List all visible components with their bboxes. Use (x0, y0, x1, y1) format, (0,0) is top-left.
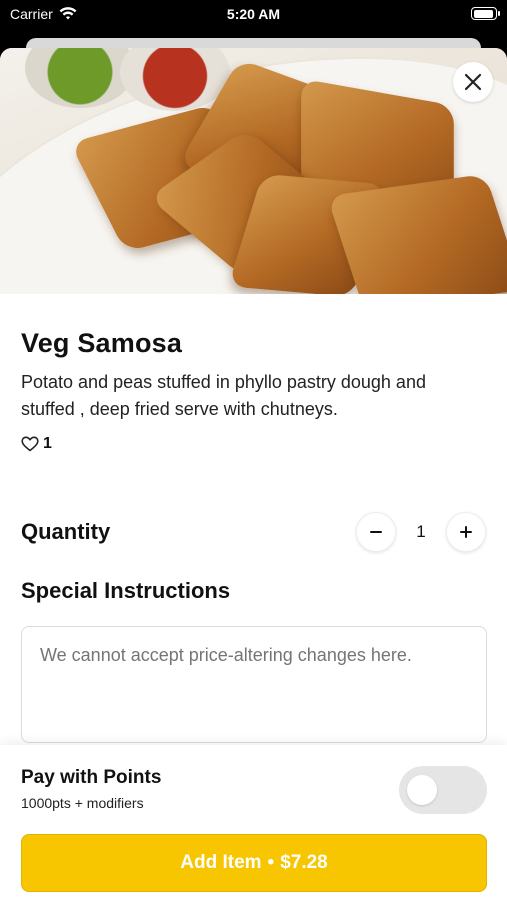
quantity-label: Quantity (21, 519, 111, 544)
add-item-price: $7.28 (280, 852, 328, 873)
pay-with-points-label: Pay with Points (21, 767, 162, 788)
quantity-value: 1 (416, 522, 426, 541)
checkout-bar: Pay with Points 1000pts + modifiers Add … (0, 745, 507, 900)
special-instructions-input[interactable] (21, 626, 487, 743)
item-description: Potato and peas stuffed in phyllo pastry… (21, 372, 426, 419)
points-subtitle: 1000pts + modifiers (21, 795, 144, 811)
status-time: 5:20 AM (226, 6, 281, 22)
add-item-button[interactable]: Add Item • $7.28 (21, 834, 487, 892)
close-button[interactable] (453, 62, 493, 102)
close-icon (464, 73, 482, 91)
green-chutney-bowl (25, 48, 135, 108)
pay-with-points-toggle[interactable] (399, 766, 487, 814)
increment-button[interactable] (446, 512, 486, 552)
decrement-button[interactable] (356, 512, 396, 552)
add-item-separator: • (267, 852, 275, 873)
like-button[interactable]: 1 (21, 435, 486, 453)
samosa-shape (326, 173, 507, 294)
item-detail-sheet: Veg Samosa Potato and peas stuffed in ph… (0, 48, 507, 900)
special-instructions-label: Special Instructions (21, 578, 231, 603)
status-bar: Carrier 5:20 AM (0, 0, 507, 34)
add-item-label: Add Item (180, 852, 262, 873)
like-count: 1 (43, 435, 52, 452)
toggle-knob (407, 775, 437, 805)
item-info: Veg Samosa Potato and peas stuffed in ph… (21, 328, 486, 453)
heart-icon (21, 436, 39, 452)
quantity-row: Quantity 1 (21, 510, 486, 554)
minus-icon (370, 531, 382, 533)
item-image (0, 48, 507, 294)
plus-icon (460, 526, 472, 538)
quantity-stepper: 1 (356, 512, 486, 552)
item-title: Veg Samosa (21, 328, 183, 358)
battery-icon (471, 7, 500, 20)
